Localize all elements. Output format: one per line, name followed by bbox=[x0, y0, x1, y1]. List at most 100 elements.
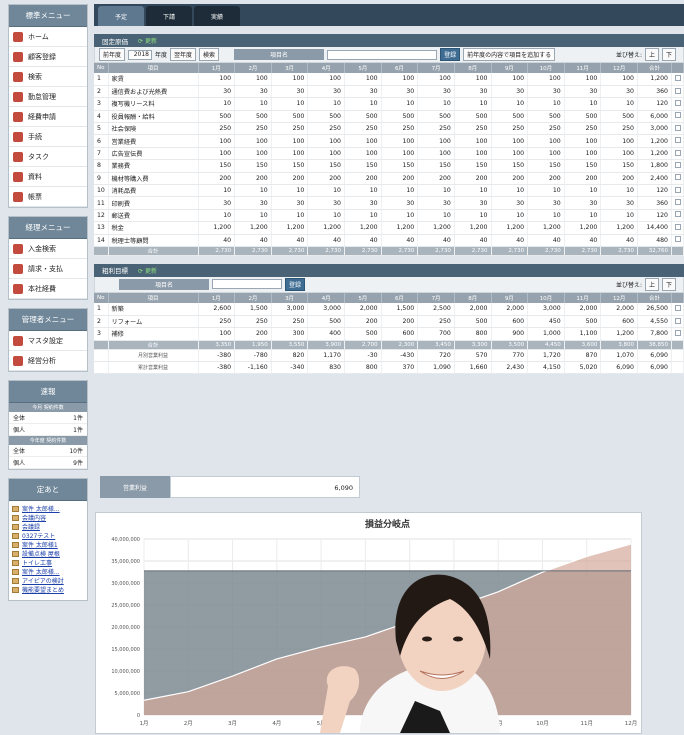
sidebar-item-admin-0[interactable]: マスタ設定 bbox=[9, 331, 87, 351]
row-checkbox[interactable] bbox=[675, 236, 681, 243]
tab-2[interactable]: 実績 bbox=[194, 6, 240, 26]
sidebar-item-admin-1[interactable]: 経営分析 bbox=[9, 351, 87, 371]
table-cell: 1,500 bbox=[381, 302, 419, 316]
sidebar-item-std-4[interactable]: 経費申請 bbox=[9, 107, 87, 127]
sidebar-item-acct-2[interactable]: 本社経費 bbox=[9, 279, 87, 299]
gross-reload-button[interactable]: ⟳ 更新 bbox=[138, 266, 157, 275]
tab-1[interactable]: 下請 bbox=[146, 6, 192, 26]
row-checkbox[interactable] bbox=[675, 137, 681, 144]
table-cell: 100 bbox=[198, 327, 236, 341]
table-row[interactable]: 9 機材等購入費 200 200 200 200 200 200 200 200 200 200 200… bbox=[94, 172, 684, 186]
table-row[interactable]: 3 複写機リース料 10 10 10 10 10 10 10 10 10 10 10 10 120 bbox=[94, 97, 684, 111]
bookmark-item[interactable]: 案件 太郎様... bbox=[9, 504, 87, 513]
table-cell: 10 bbox=[198, 184, 236, 198]
table-cell: 10 bbox=[564, 184, 602, 198]
table-row[interactable]: 7 広告宣伝費 100 100 100 100 100 100 100 100 100 100 100 1… bbox=[94, 147, 684, 161]
sidebar-item-std-3[interactable]: 勤怠管理 bbox=[9, 87, 87, 107]
table-row[interactable]: 8 業務費 150 150 150 150 150 150 150 150 150 150 150 150… bbox=[94, 159, 684, 173]
move-up-button[interactable]: 上 bbox=[644, 48, 659, 61]
table-row[interactable]: 2 通信費および光熱費 30 30 30 30 30 30 30 30 30 30 30 30 360 bbox=[94, 85, 684, 99]
table-row[interactable]: 11 印刷費 30 30 30 30 30 30 30 30 30 30 30 30 360 bbox=[94, 196, 684, 210]
row-checkbox[interactable] bbox=[675, 304, 681, 311]
row-checkbox[interactable] bbox=[675, 317, 681, 324]
total-cell: 合計 bbox=[108, 246, 199, 256]
table-row[interactable]: 2 リフォーム 250 250 250 500 200 200 250 500 600 450 500 6… bbox=[94, 315, 684, 329]
register-button[interactable]: 登録 bbox=[440, 48, 461, 61]
table-cell: 500 bbox=[198, 110, 236, 124]
prev-year-button[interactable]: 前年度 bbox=[99, 48, 126, 61]
attendance-icon bbox=[13, 91, 23, 102]
item-name-input[interactable] bbox=[327, 49, 438, 60]
sidebar-item-std-1[interactable]: 顧客登録 bbox=[9, 47, 87, 67]
row-checkbox[interactable] bbox=[675, 211, 681, 218]
gross-register-button[interactable]: 登録 bbox=[285, 277, 306, 291]
row-checkbox[interactable] bbox=[675, 186, 681, 193]
table-row[interactable]: 4 役員報酬・給料 500 500 500 500 500 500 500 500 500 500 50… bbox=[94, 110, 684, 124]
table-cell: 1,200 bbox=[271, 221, 309, 235]
row-checkbox[interactable] bbox=[675, 149, 681, 156]
bookmark-item[interactable]: 会議録 bbox=[9, 522, 87, 531]
next-year-button[interactable]: 翌年度 bbox=[170, 48, 197, 61]
sidebar-item-acct-1[interactable]: 請求・支払 bbox=[9, 259, 87, 279]
bookmark-item[interactable]: 会議内容 bbox=[9, 513, 87, 522]
year-input[interactable]: 2018 bbox=[128, 49, 153, 60]
sidebar-item-std-7[interactable]: 資料 bbox=[9, 167, 87, 187]
table-row[interactable]: 3 補修 100 200 300 400 500 600 700 800 900 1,000 1,100… bbox=[94, 327, 684, 341]
table-cell: 100 bbox=[491, 134, 529, 148]
row-checkbox[interactable] bbox=[675, 99, 681, 106]
move-down-button[interactable]: 下 bbox=[661, 48, 676, 61]
table-cell: 200 bbox=[600, 172, 638, 186]
row-checkbox[interactable] bbox=[675, 199, 681, 206]
bookmark-item[interactable]: 案件 太郎様... bbox=[9, 567, 87, 576]
gross-item-name-input[interactable] bbox=[212, 279, 282, 290]
gross-move-down-button[interactable]: 下 bbox=[661, 277, 676, 291]
table-row[interactable]: 1 家賃 100 100 100 100 100 100 100 100 100 100 100 100 1… bbox=[94, 73, 684, 86]
table-cell: 40 bbox=[417, 234, 455, 247]
sidebar-item-std-0[interactable]: ホーム bbox=[9, 27, 87, 47]
row-checkbox[interactable] bbox=[675, 223, 681, 230]
table-row[interactable]: 6 営業経費 100 100 100 100 100 100 100 100 100 100 100 10… bbox=[94, 134, 684, 148]
tab-0[interactable]: 予定 bbox=[98, 6, 144, 26]
gross-move-up-button[interactable]: 上 bbox=[644, 277, 659, 291]
row-checkbox[interactable] bbox=[675, 124, 681, 131]
table-cell: 7 bbox=[94, 147, 109, 161]
sidebar-item-acct-0[interactable]: 入金検索 bbox=[9, 239, 87, 259]
sidebar-item-std-5[interactable]: 手続 bbox=[9, 127, 87, 147]
sidebar-item-std-8[interactable]: 帳票 bbox=[9, 187, 87, 207]
row-checkbox[interactable] bbox=[675, 174, 681, 181]
x-tick-label: 12月 bbox=[625, 720, 638, 727]
table-row[interactable]: 14 税理士等顧問 40 40 40 40 40 40 40 40 40 40 40 40 480 bbox=[94, 234, 684, 247]
table-cell: 40 bbox=[198, 234, 236, 247]
profit-cell: -780 bbox=[234, 349, 272, 363]
sidebar-item-std-2[interactable]: 検索 bbox=[9, 67, 87, 87]
bookmark-item[interactable]: トイレ工事 bbox=[9, 558, 87, 567]
table-row[interactable]: 10 消耗品費 10 10 10 10 10 10 10 10 10 10 10 10 120 bbox=[94, 184, 684, 198]
row-checkbox[interactable] bbox=[675, 329, 681, 336]
copy-prev-year-button[interactable]: 前年度の内容で項目を追加する bbox=[463, 48, 556, 61]
table-row[interactable]: 1 新築 2,600 1,500 3,000 3,000 2,000 1,500 2,500 2,… bbox=[94, 302, 684, 316]
bookmark-item[interactable]: 設備点検 屋根 bbox=[9, 549, 87, 558]
sidebar-item-label: 検索 bbox=[28, 72, 42, 81]
row-checkbox[interactable] bbox=[675, 112, 681, 119]
bookmark-item[interactable]: アイピアの検討 bbox=[9, 576, 87, 585]
table-row[interactable]: 13 税金 1,200 1,200 1,200 1,200 1,200 1,200 1,200 1… bbox=[94, 221, 684, 235]
bookmark-item[interactable]: 0327テスト bbox=[9, 531, 87, 540]
sidebar-item-std-6[interactable]: タスク bbox=[9, 147, 87, 167]
column-header: 8月 bbox=[454, 63, 492, 73]
table-cell: 10 bbox=[381, 209, 419, 223]
row-checkbox[interactable] bbox=[675, 87, 681, 94]
row-checkbox[interactable] bbox=[675, 161, 681, 168]
table-cell: 1,200 bbox=[344, 221, 382, 235]
row-checkbox[interactable] bbox=[675, 74, 681, 81]
table-row[interactable]: 12 郵送費 10 10 10 10 10 10 10 10 10 10 10 10 120 bbox=[94, 209, 684, 223]
search-button[interactable]: 検索 bbox=[199, 48, 220, 61]
reload-button[interactable]: ⟳ 更新 bbox=[138, 36, 157, 45]
bookmark-item[interactable]: 機能要望まとめ bbox=[9, 585, 87, 594]
table-row[interactable]: 5 社会保険 250 250 250 250 250 250 250 250 250 250 250 25… bbox=[94, 122, 684, 136]
bookmark-label: 会議録 bbox=[22, 524, 41, 531]
row-checkbox-cell bbox=[671, 209, 684, 223]
table-cell: 150 bbox=[344, 159, 382, 173]
bookmark-label: 案件 太郎様... bbox=[22, 506, 60, 513]
bookmark-item[interactable]: 案件 太郎様1 bbox=[9, 540, 87, 549]
table-cell: 30 bbox=[417, 85, 455, 99]
